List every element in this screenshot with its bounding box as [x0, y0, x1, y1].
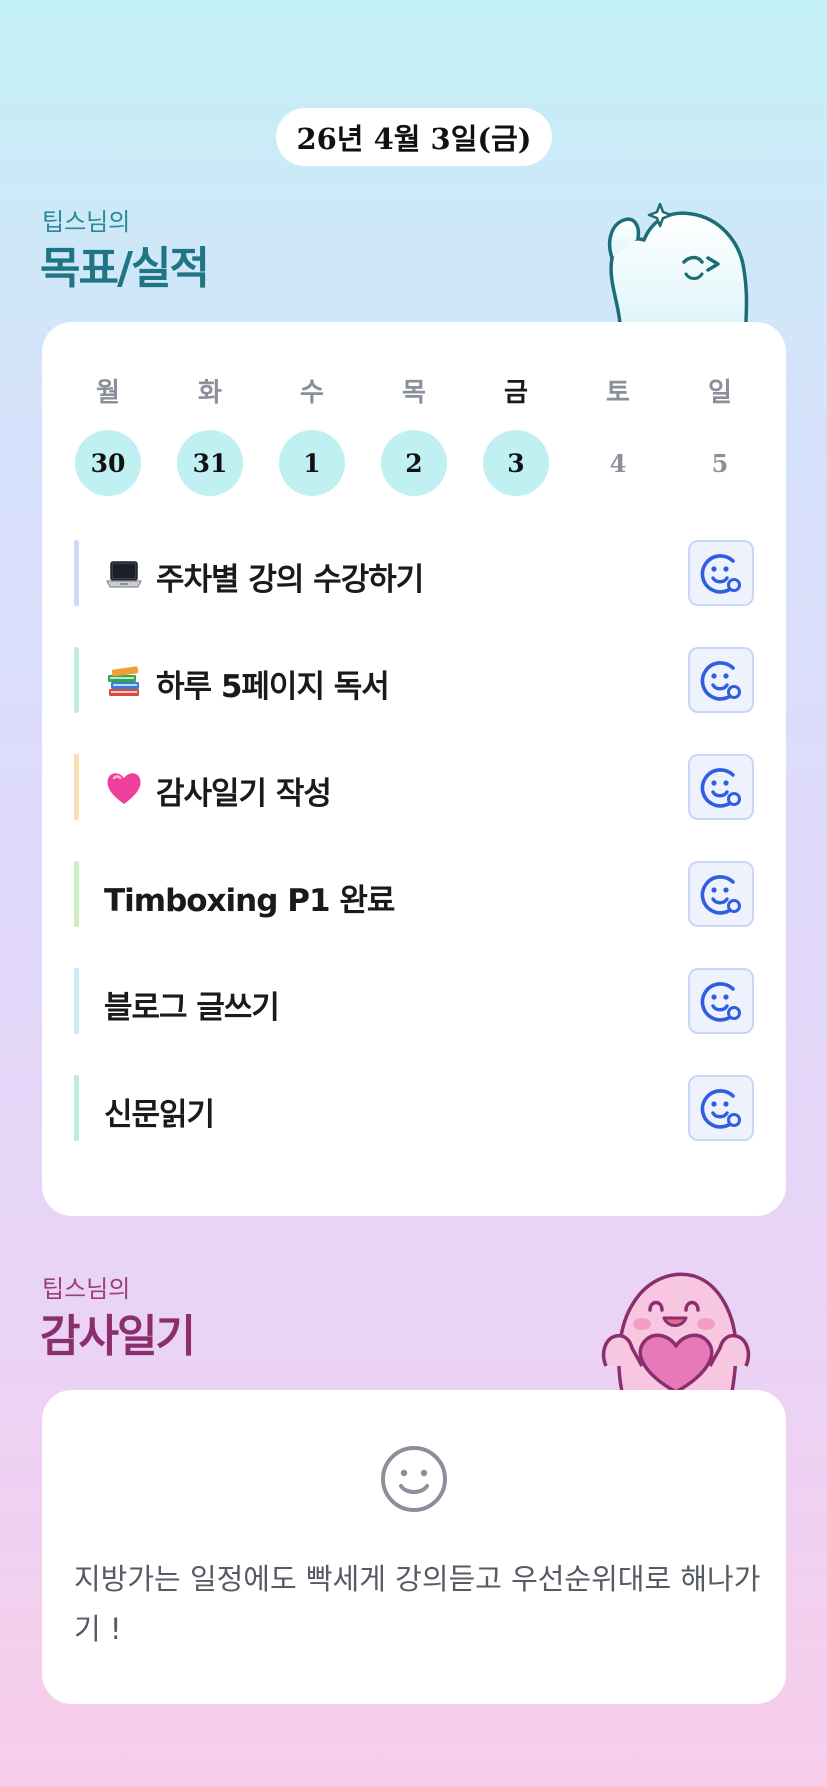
goal-color-bar — [74, 861, 79, 927]
laptop-icon — [104, 554, 144, 594]
day-number-3[interactable]: 3 — [483, 430, 549, 496]
smile-check-icon — [700, 554, 741, 594]
thanks-subtitle: 팁스님의 — [42, 1275, 131, 1303]
smile-check-icon — [700, 768, 741, 808]
goal-label: 하루 5페이지 독서 — [156, 669, 390, 705]
goal-color-bar — [74, 754, 79, 820]
goal-check-button[interactable] — [688, 1075, 754, 1141]
day-number-4[interactable]: 4 — [585, 430, 651, 496]
thanks-card[interactable]: 지방가는 일정에도 빡세게 강의듣고 우선순위대로 해나가기 ! — [42, 1390, 786, 1704]
thanks-title: 감사일기 — [40, 1311, 196, 1362]
goal-check-button[interactable] — [688, 754, 754, 820]
goal-row[interactable]: Timboxing P1 완료 — [74, 861, 754, 927]
goal-row[interactable]: 블로그 글쓰기 — [74, 968, 754, 1034]
smile-check-icon — [700, 661, 741, 701]
goal-color-bar — [74, 968, 79, 1034]
goal-label: 신문읽기 — [104, 1097, 215, 1133]
goal-label: 주차별 강의 수강하기 — [156, 562, 424, 598]
goal-label: Timboxing P1 완료 — [104, 883, 395, 919]
goal-check-button[interactable] — [688, 647, 754, 713]
day-number-2[interactable]: 2 — [381, 430, 447, 496]
day-number-5[interactable]: 5 — [687, 430, 753, 496]
heart-blob-mascot-icon — [601, 1272, 751, 1392]
weekday-label: 수 — [300, 378, 324, 408]
thanks-text: 지방가는 일정에도 빡세게 강의듣고 우선순위대로 해나가기 ! — [74, 1562, 761, 1646]
weekday-label: 월 — [96, 378, 120, 408]
smile-check-icon — [700, 875, 741, 915]
goal-color-bar — [74, 647, 79, 713]
weekday-label: 토 — [606, 378, 630, 408]
smile-check-icon — [700, 1089, 741, 1129]
day-number-30[interactable]: 30 — [75, 430, 141, 496]
goal-check-button[interactable] — [688, 540, 754, 606]
goal-check-button[interactable] — [688, 968, 754, 1034]
goal-check-button[interactable] — [688, 861, 754, 927]
weekday-label: 금 — [504, 378, 528, 408]
day-number-1[interactable]: 1 — [279, 430, 345, 496]
weekday-label: 목 — [402, 378, 426, 408]
goal-color-bar — [74, 1075, 79, 1141]
goals-title: 목표/실적 — [40, 243, 210, 294]
day-number-31[interactable]: 31 — [177, 430, 243, 496]
ghost-mascot-icon — [607, 202, 749, 324]
goal-row[interactable]: 하루 5페이지 독서 — [74, 647, 754, 713]
goal-color-bar — [74, 540, 79, 606]
weekday-label: 일 — [708, 378, 732, 408]
goal-label: 감사일기 작성 — [156, 776, 332, 812]
goals-card: 월 30 화 31 수 1 목 2 금 3 토 4 일 5 주차별 강의 수강하기하루 5페이지 독서감사… — [42, 322, 786, 1216]
goal-row[interactable]: 감사일기 작성 — [74, 754, 754, 820]
books-icon — [104, 661, 144, 701]
smile-face-icon — [381, 1446, 447, 1512]
goal-label: 블로그 글쓰기 — [104, 990, 280, 1026]
goal-row[interactable]: 주차별 강의 수강하기 — [74, 540, 754, 606]
goal-row[interactable]: 신문읽기 — [74, 1075, 754, 1141]
weekday-label: 화 — [198, 378, 222, 408]
smile-check-icon — [700, 982, 741, 1022]
heart-icon — [104, 768, 144, 808]
date-pill[interactable]: 26년 4월 3일(금) — [276, 108, 552, 166]
